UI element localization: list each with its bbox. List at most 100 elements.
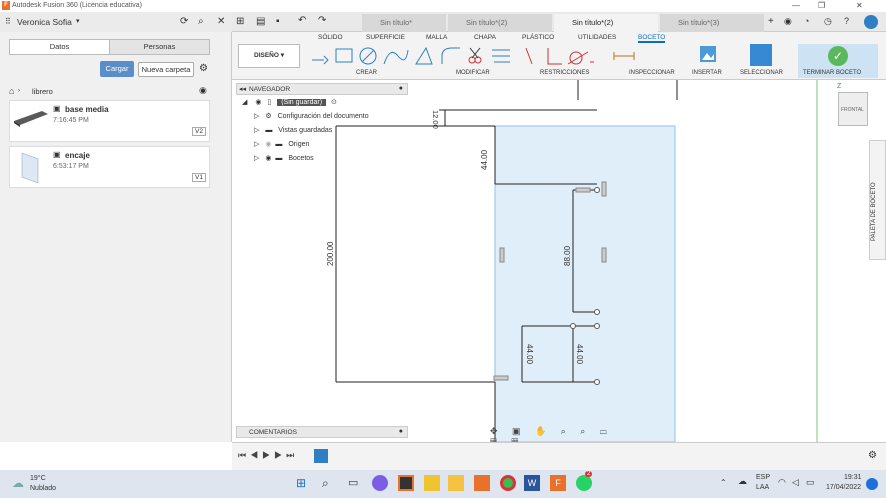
folder-icon[interactable] (448, 475, 464, 491)
notifications-icon[interactable]: ◷ (824, 16, 832, 27)
sketch-point[interactable] (594, 309, 600, 315)
activate-icon[interactable]: ⊙ (331, 99, 337, 106)
clock-time[interactable]: 19:31 (844, 474, 862, 481)
new-folder-button[interactable]: Nueva carpeta (138, 62, 194, 77)
browser-row[interactable]: ▷ ◉ ▬ Bocetos (254, 154, 314, 162)
dimension-label[interactable]: 44.00 (575, 344, 584, 364)
constraint-icon[interactable] (601, 247, 607, 263)
fusion-app-icon[interactable] (398, 475, 414, 491)
home-icon[interactable]: ⌂ (9, 86, 14, 96)
whatsapp-icon[interactable] (576, 475, 592, 491)
browser-row[interactable]: ▷ ◉ ▬ Origen (254, 140, 309, 148)
tab-personas[interactable]: Personas (110, 40, 209, 54)
apps-icon[interactable]: ⠿ (5, 17, 11, 26)
comments-panel-header[interactable]: COMENTARIOS ● (236, 426, 408, 438)
constraint-icon[interactable] (493, 375, 509, 381)
dimension-label[interactable]: 88.00 (563, 246, 572, 266)
tray-chevron-icon[interactable]: ⌃ (720, 478, 727, 487)
chrome-icon[interactable] (500, 475, 516, 491)
word-icon[interactable]: W (524, 475, 540, 491)
sketch-point[interactable] (594, 379, 600, 385)
extensions-icon[interactable]: ◉ (784, 16, 792, 27)
sticky-notes-icon[interactable] (424, 475, 440, 491)
browser-row[interactable]: ▷ ⚙ Configuración del documento (254, 112, 369, 120)
constraint-icon[interactable] (601, 181, 607, 197)
user-name[interactable]: Veronica Sofia (17, 17, 72, 27)
browser-panel-header[interactable]: ◂◂ NAVEGADOR ● (236, 83, 408, 95)
search-icon[interactable]: ⌕ (198, 16, 204, 27)
insert-label[interactable]: INSERTAR (692, 70, 722, 76)
browser-root[interactable]: ◢ ◉ ▯ (Sin guardar) ⊙ (242, 98, 337, 106)
sketch-palette-tab[interactable]: PALETA DE BOCETO (869, 140, 886, 260)
save-icon[interactable]: ▪ (276, 16, 280, 27)
close-window-button[interactable]: ✕ (856, 1, 863, 10)
new-tab-icon[interactable]: + (768, 16, 774, 27)
expand-icon[interactable]: ◢ (242, 99, 247, 106)
eye-icon[interactable]: ◉ (265, 141, 271, 148)
inspect-icon[interactable] (612, 46, 636, 66)
tab-document-1[interactable]: Sin título* (362, 14, 446, 32)
task-view-icon[interactable]: ▭ (348, 476, 358, 489)
gear-icon[interactable]: ⚙ (199, 63, 208, 74)
windows-start-icon[interactable]: ⊞ (296, 476, 306, 490)
fusion-pinned-icon[interactable]: F (550, 475, 566, 491)
chevron-down-icon[interactable]: ▾ (76, 17, 80, 25)
eye-icon[interactable]: ◉ (265, 155, 271, 162)
file-icon[interactable]: ▤ (256, 16, 265, 27)
clock-date[interactable]: 17/04/2022 (826, 484, 861, 491)
dimension-label[interactable]: 200.00 (326, 242, 335, 266)
constraint-icon[interactable] (575, 187, 591, 193)
dimension-label[interactable]: 44.00 (525, 344, 534, 364)
timeline-controls[interactable]: ⏮◀▶▶⏭ (238, 450, 298, 461)
minimize-button[interactable]: — (792, 1, 800, 10)
tab-document-2[interactable]: Sin título*(2) (448, 14, 552, 32)
expand-icon[interactable]: ▷ (254, 113, 259, 120)
version-badge[interactable]: V2 (192, 127, 206, 136)
constraints-icon[interactable] (518, 44, 598, 68)
help-icon[interactable]: ? (844, 16, 849, 26)
sketch-profile[interactable] (494, 125, 676, 442)
refresh-icon[interactable]: ⟳ (180, 16, 188, 27)
finish-sketch-button[interactable]: ✓ TERMINAR BOCETO (798, 44, 878, 78)
create-tools-icon[interactable] (308, 44, 438, 68)
battery-icon[interactable]: ▭ (806, 477, 815, 488)
job-status-icon[interactable]: ◔ (804, 16, 809, 26)
design-canvas[interactable]: 12.00 44.00 200.00 88.00 44.00 44.00 Z F… (232, 80, 886, 447)
select-label[interactable]: SELECCIONAR (740, 70, 783, 76)
cloud-sync-icon[interactable]: ☁ (738, 476, 747, 487)
version-badge[interactable]: V1 (192, 173, 206, 182)
modify-tools-icon[interactable] (438, 44, 518, 68)
navigation-toolbar[interactable]: ✥ ▣ ✋ ⌕ ⌕ ▭ ▦ ▦ (490, 426, 628, 447)
create-label[interactable]: CREAR (356, 70, 377, 76)
insert-image-icon[interactable] (698, 44, 718, 66)
timeline-sketch-item[interactable] (314, 449, 328, 463)
chat-icon[interactable] (372, 475, 388, 491)
language-bottom[interactable]: LAA (756, 484, 769, 491)
select-tool-icon[interactable] (750, 44, 772, 66)
weather-temp[interactable]: 19°C (30, 475, 46, 482)
constraint-icon[interactable] (499, 247, 505, 263)
tab-document-3[interactable]: Sin título*(2) (554, 14, 658, 32)
sketch-point[interactable] (594, 323, 600, 329)
inspect-label[interactable]: INSPECCIONAR (629, 70, 675, 76)
sketch-point[interactable] (594, 187, 600, 193)
tab-plastic[interactable]: PLÁSTICO (522, 34, 554, 41)
tab-utilities[interactable]: UTILIDADES (578, 34, 616, 41)
modify-label[interactable]: MODIFICAR (456, 70, 490, 76)
dimension-label[interactable]: 12.00 (431, 110, 440, 129)
expand-icon[interactable]: ▷ (254, 141, 259, 148)
tab-document-4[interactable]: Sin título*(3) (660, 14, 764, 32)
breadcrumb-folder[interactable]: librero (32, 87, 53, 96)
restore-button[interactable]: ❐ (818, 1, 825, 10)
list-item[interactable]: ▣ base media 7:16:45 PM V2 (9, 100, 210, 142)
redo-icon[interactable]: ↷ (318, 15, 326, 26)
avatar[interactable] (864, 15, 878, 29)
list-item[interactable]: ▣ encaje 6:53:17 PM V1 (9, 146, 210, 188)
tab-mesh[interactable]: MALLA (426, 34, 447, 41)
tab-sheet[interactable]: CHAPA (474, 34, 496, 41)
browser-row[interactable]: ▷ ▬ Vistas guardadas (254, 126, 332, 134)
close-panel-icon[interactable]: ✕ (217, 16, 225, 27)
language-top[interactable]: ESP (756, 474, 770, 481)
dimension-label[interactable]: 44.00 (480, 150, 489, 170)
comments-toggle-icon[interactable]: ● (399, 428, 403, 435)
